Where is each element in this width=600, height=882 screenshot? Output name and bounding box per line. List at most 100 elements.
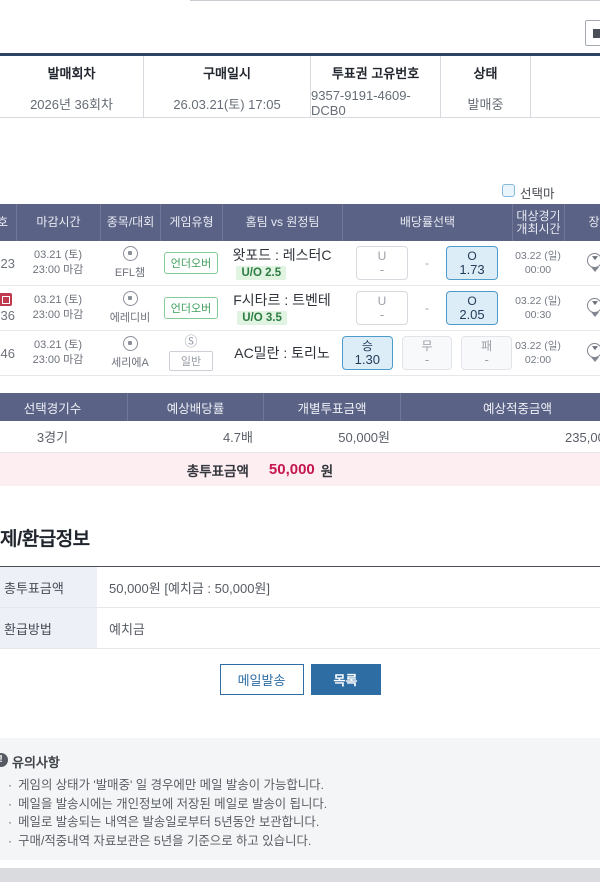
info-value-ticket-id: 9357-9191-4609-DCB0 <box>310 89 440 117</box>
bet-summary-table: 선택경기수 예상배당률 개별투표금액 예상적중금액 3경기 4.7배 50,00… <box>0 393 600 486</box>
odds-option-win-selected: 승 1.30 <box>342 336 393 370</box>
odds-option-under: U - <box>356 291 408 325</box>
event-datetime: 03.22 (일) 00:00 <box>515 249 561 277</box>
footer-bar <box>0 868 600 882</box>
stake-amount: 50,000원 <box>263 421 400 452</box>
col-event-time: 대상경기 개최시간 <box>512 204 564 241</box>
action-buttons: 메일발송 목록 <box>0 664 600 695</box>
summary-col-odds: 예상배당률 <box>127 393 263 421</box>
col-deadline: 마감시간 <box>16 204 100 241</box>
matchup: F시타르 : 트벤테 <box>233 292 331 308</box>
total-stake-row: 총투표금액 50,000 원 <box>0 453 600 486</box>
uo-handicap-badge: U/O 3.5 <box>237 311 287 325</box>
matchup: AC밀란 : 토리노 <box>234 345 330 361</box>
deadline: 03.21 (토) 23:00 마감 <box>33 248 84 278</box>
col-venue: 장소 <box>564 204 600 241</box>
match-row: 23 03.21 (토) 23:00 마감 EFL챔 언더오버 왓포드 : 레스… <box>0 241 600 286</box>
soccer-icon <box>123 246 138 261</box>
odds-option-lose: 패 - <box>461 336 512 370</box>
info-header-status: 상태 <box>440 56 530 89</box>
payment-row-label: 환급방법 <box>0 608 97 648</box>
col-sport: 종목/대회 <box>100 204 160 241</box>
info-header-round: 발매회차 <box>0 56 143 89</box>
select-all-checkbox[interactable] <box>502 184 515 197</box>
odds-draw-dash: - <box>417 301 437 315</box>
payment-row-label: 총투표금액 <box>0 567 97 607</box>
notice-section: ! 유의사항 ·게임의 상태가 '발매중' 일 경우에만 메일 발송이 가능합니… <box>0 738 600 860</box>
odds-option-over-selected: O 1.73 <box>446 246 498 280</box>
event-datetime: 03.22 (일) 02:00 <box>515 339 561 367</box>
match-row: 36 03.21 (토) 23:00 마감 에레디비 언더오버 F시타르 : 트… <box>0 286 600 331</box>
total-stake-label: 총투표금액 <box>187 460 249 480</box>
payment-section-title: 결제/환급정보 <box>0 524 90 551</box>
summary-col-stake: 개별투표금액 <box>263 393 400 421</box>
info-value-cut <box>530 89 600 117</box>
info-header-ticket-id: 투표권 고유번호 <box>310 56 440 89</box>
deadline: 03.21 (토) 23:00 마감 <box>33 293 84 323</box>
expected-winnings: 235,000원 <box>400 421 600 452</box>
purchase-info-table: 발매회차 구매일시 투표권 고유번호 상태 2026년 36회차 26.03.2… <box>0 56 600 118</box>
s-circle-icon: Ⓢ <box>184 335 197 349</box>
red-flag-badge <box>0 293 12 306</box>
game-number: 36 <box>1 308 15 323</box>
odds-option-under: U - <box>356 246 408 280</box>
top-divider <box>190 0 600 1</box>
location-pin-icon[interactable] <box>587 298 600 319</box>
info-value-purchase-time: 26.03.21(토) 17:05 <box>143 89 310 117</box>
game-type-badge: 언더오버 <box>164 252 218 274</box>
game-type-badge: 언더오버 <box>164 297 218 319</box>
location-pin-icon[interactable] <box>587 253 600 274</box>
select-all-label: 선택마 <box>520 183 555 202</box>
list-button[interactable]: 목록 <box>311 664 381 695</box>
game-number: 46 <box>1 346 15 361</box>
summary-header: 선택경기수 예상배당률 개별투표금액 예상적중금액 <box>0 393 600 421</box>
page: 발매회차 구매일시 투표권 고유번호 상태 2026년 36회차 26.03.2… <box>0 0 600 882</box>
status-badge: 발매중 <box>440 89 530 117</box>
event-datetime: 03.22 (일) 00:30 <box>515 294 561 322</box>
odds-draw-dash: - <box>417 256 437 270</box>
notice-list: ·게임의 상태가 '발매중' 일 경우에만 메일 발송이 가능합니다. ·메일을… <box>8 776 327 850</box>
notice-item: ·구매/적중내역 자료보관은 5년을 기준으로 하고 있습니다. <box>8 832 327 851</box>
matchup: 왓포드 : 레스터C <box>232 247 331 263</box>
bet-table: 번호 마감시간 종목/대회 게임유형 홈팀 vs 원정팀 배당률선택 대상경기 … <box>0 204 600 376</box>
notice-title: 유의사항 <box>12 752 60 771</box>
select-all-row: 선택마 <box>0 183 600 201</box>
info-header-purchase-time: 구매일시 <box>143 56 310 89</box>
payment-row-value: 예치금 <box>97 608 600 648</box>
summary-col-expected: 예상적중금액 <box>400 393 600 421</box>
odds-option-over-selected: O 2.05 <box>446 291 498 325</box>
info-header-cut <box>530 56 600 89</box>
print-icon <box>593 29 600 38</box>
location-pin-icon[interactable] <box>587 343 600 364</box>
notice-item: ·게임의 상태가 '발매중' 일 경우에만 메일 발송이 가능합니다. <box>8 776 327 795</box>
send-mail-button[interactable]: 메일발송 <box>220 664 304 695</box>
league-name: EFL챔 <box>115 264 145 280</box>
league-name: 세리에A <box>111 354 149 370</box>
payment-row-value: 50,000원 [예치금 : 50,000원] <box>97 567 600 607</box>
games-count: 3경기 <box>0 421 127 452</box>
uo-handicap-badge: U/O 2.5 <box>236 266 286 280</box>
deadline: 03.21 (토) 23:00 마감 <box>33 338 84 368</box>
total-stake-unit: 원 <box>321 460 333 480</box>
bet-table-header: 번호 마감시간 종목/대회 게임유형 홈팀 vs 원정팀 배당률선택 대상경기 … <box>0 204 600 241</box>
info-value-round: 2026년 36회차 <box>0 89 143 117</box>
odds-option-draw: 무 - <box>402 336 453 370</box>
soccer-icon <box>123 336 138 351</box>
payment-row: 총투표금액 50,000원 [예치금 : 50,000원] <box>0 567 600 608</box>
print-button[interactable] <box>585 20 600 46</box>
col-odds: 배당률선택 <box>342 204 512 241</box>
total-stake-value: 50,000 <box>269 461 315 478</box>
col-game-type: 게임유형 <box>160 204 222 241</box>
game-type-badge: 일반 <box>169 351 213 371</box>
soccer-icon <box>123 291 138 306</box>
game-number: 23 <box>1 256 15 271</box>
summary-values: 3경기 4.7배 50,000원 235,000원 <box>0 421 600 453</box>
payment-info-table: 총투표금액 50,000원 [예치금 : 50,000원] 환급방법 예치금 <box>0 566 600 649</box>
summary-col-games: 선택경기수 <box>0 393 127 421</box>
league-name: 에레디비 <box>110 309 150 325</box>
alert-icon: ! <box>0 753 8 767</box>
col-number: 번호 <box>0 204 16 241</box>
match-row: 46 03.21 (토) 23:00 마감 세리에A Ⓢ 일반 AC밀란 : 토… <box>0 331 600 376</box>
notice-item: ·메일로 발송되는 내역은 발송일로부터 5년동안 보관합니다. <box>8 813 327 832</box>
col-teams: 홈팀 vs 원정팀 <box>222 204 342 241</box>
